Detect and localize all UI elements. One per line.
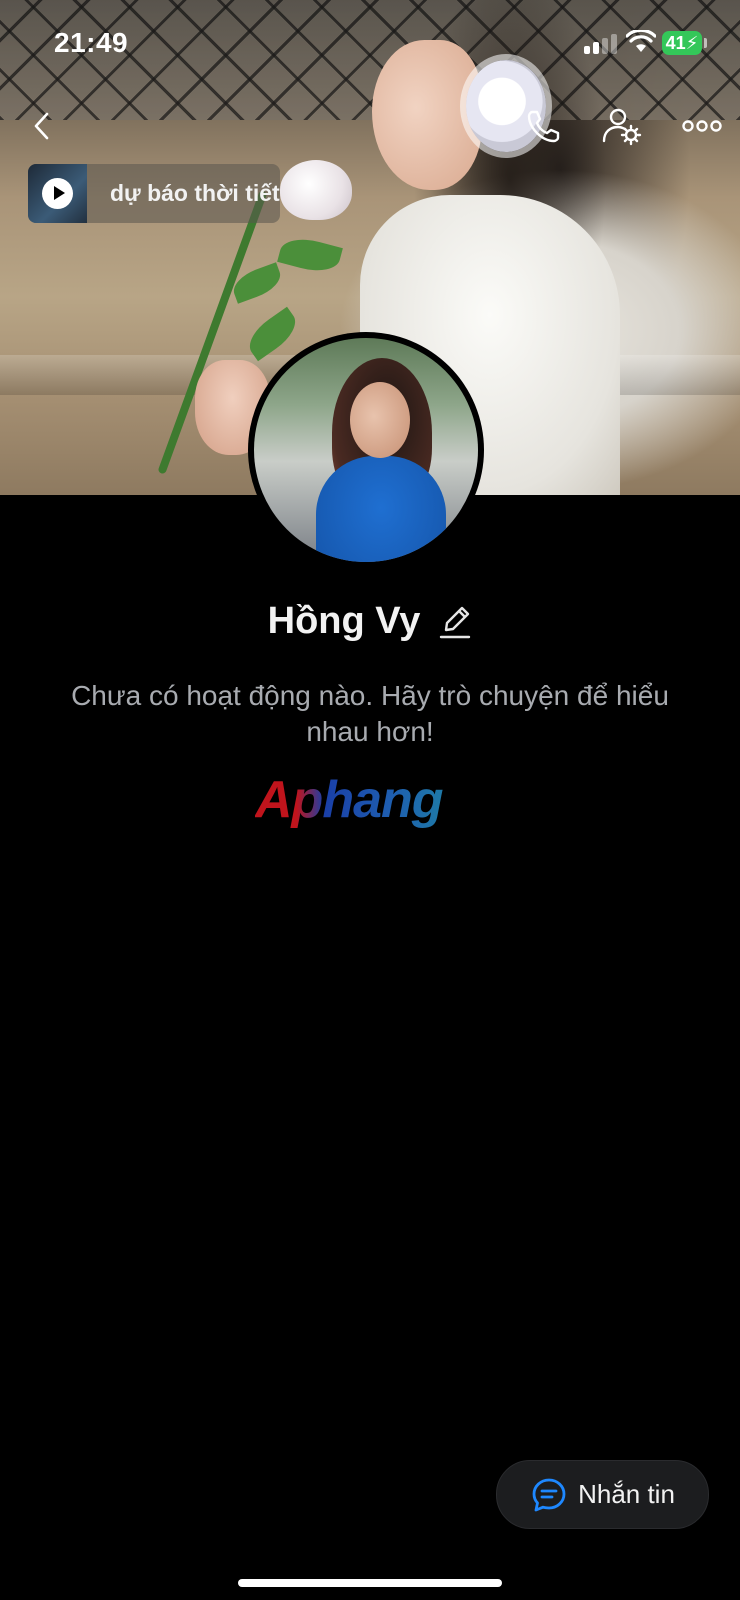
play-icon[interactable] [42, 178, 73, 209]
profile-name: Hồng Vy [267, 599, 421, 642]
profile-name-row: Hồng Vy [0, 596, 740, 646]
cover-leaf [241, 306, 304, 362]
battery-tip [704, 38, 707, 48]
wifi-icon [626, 30, 656, 52]
chevron-left-icon[interactable] [22, 104, 66, 148]
cellular-signal-icon [584, 34, 618, 54]
battery-level: 41 [665, 33, 686, 53]
profile-music-chip[interactable]: dự báo thời tiết [28, 164, 280, 223]
more-horizontal-icon[interactable] [680, 104, 724, 148]
watermark-logo: Aphang [255, 770, 485, 830]
profile-activity-text: Chưa có hoạt động nào. Hãy trò chuyện để… [71, 680, 669, 747]
user-gear-icon[interactable] [600, 104, 644, 148]
status-bar: 21:49 41⚡ [0, 0, 740, 90]
message-button-label: Nhắn tin [578, 1479, 675, 1509]
message-button[interactable]: Nhắn tin [496, 1460, 709, 1529]
pencil-icon[interactable] [438, 602, 472, 640]
music-thumbnail [28, 164, 87, 223]
cover-rose [280, 160, 352, 220]
home-indicator[interactable] [238, 1579, 502, 1587]
cover-leaf [277, 232, 343, 278]
avatar[interactable] [248, 332, 484, 568]
music-title: dự báo thời tiết [110, 180, 280, 206]
phone-icon[interactable] [522, 104, 566, 148]
avatar-shirt [316, 456, 446, 562]
charging-bolt-icon: ⚡ [685, 33, 699, 53]
status-time: 21:49 [54, 27, 129, 58]
avatar-photo [254, 338, 478, 562]
chat-bubble-icon [532, 1478, 566, 1511]
avatar-face [350, 382, 410, 458]
battery-indicator: 41⚡ [662, 31, 702, 55]
